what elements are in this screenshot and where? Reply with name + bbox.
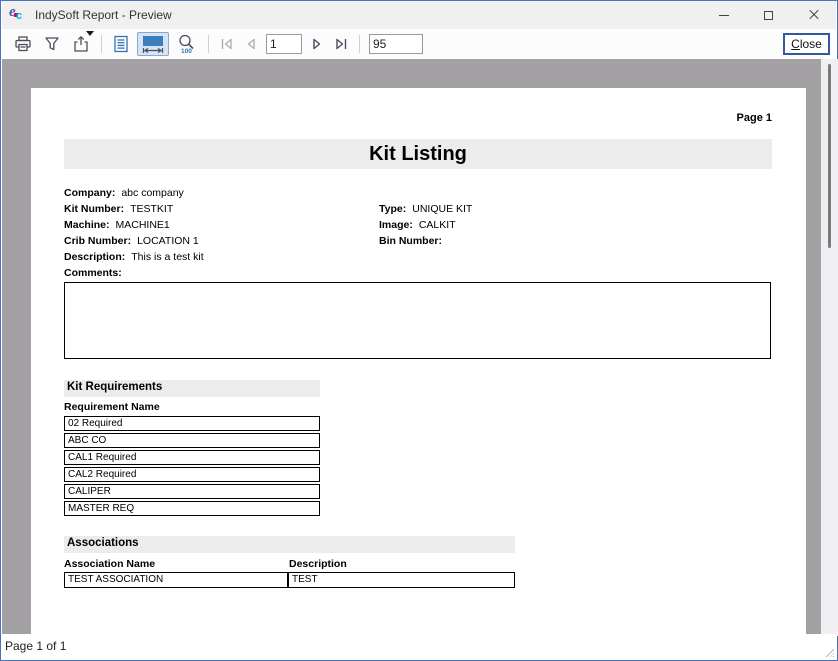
export-button[interactable] [68, 32, 94, 56]
comments-box [64, 282, 771, 359]
first-page-icon [219, 36, 234, 52]
last-page-icon [334, 36, 349, 52]
zoom-percent-input[interactable] [369, 34, 423, 54]
export-icon [71, 34, 91, 54]
filter-button[interactable] [40, 32, 64, 56]
field-comments-label: Comments: [64, 267, 128, 279]
field-type: Type:UNIQUE KIT [379, 203, 472, 215]
first-page-button[interactable] [216, 32, 237, 56]
app-logo-icon: ec [9, 7, 27, 23]
toolbar-separator [101, 35, 102, 53]
export-dropdown-caret-icon [86, 31, 94, 36]
minimize-icon [719, 15, 729, 16]
whole-page-view-button[interactable] [109, 32, 133, 56]
zoom-100-button[interactable]: 100 [173, 32, 201, 56]
printer-icon [13, 34, 33, 54]
maximize-icon [764, 11, 773, 20]
association-description-cell: TEST [288, 572, 515, 588]
window-title: IndySoft Report - Preview [35, 8, 172, 22]
next-page-icon [311, 36, 324, 52]
status-bar: Page 1 of 1 [2, 634, 836, 659]
field-description: Description:This is a test kit [64, 251, 204, 263]
kit-requirements-section-title: Kit Requirements [64, 380, 320, 397]
report-page: Page 1 Kit Listing Company:abc company K… [31, 88, 806, 636]
svg-text:100: 100 [181, 48, 192, 55]
toolbar-separator [208, 35, 209, 53]
close-button[interactable]: Close [783, 33, 830, 55]
requirement-name-header: Requirement Name [64, 401, 160, 413]
field-kit-number: Kit Number:TESTKIT [64, 203, 173, 215]
maximize-button[interactable] [746, 1, 791, 29]
field-crib-number: Crib Number:LOCATION 1 [64, 235, 199, 247]
previous-page-icon [244, 36, 257, 52]
report-title: Kit Listing [64, 139, 772, 169]
requirement-row: CALIPER [64, 484, 320, 499]
requirement-row: CAL1 Required [64, 450, 320, 465]
association-name-cell: TEST ASSOCIATION [64, 572, 288, 588]
page-view-icon [112, 34, 130, 54]
fit-width-icon [140, 33, 166, 55]
minimize-button[interactable] [701, 1, 746, 29]
field-image: Image:CALKIT [379, 219, 456, 231]
page-number-label: Page 1 [737, 112, 772, 124]
next-page-button[interactable] [308, 32, 327, 56]
requirement-row: 02 Required [64, 416, 320, 431]
title-bar: ec IndySoft Report - Preview [2, 1, 836, 29]
association-name-header: Association Name [64, 558, 155, 570]
page-count-status: Page 1 of 1 [5, 639, 66, 653]
field-bin-number: Bin Number: [379, 235, 448, 247]
funnel-icon [43, 34, 61, 54]
fit-width-button[interactable] [137, 32, 169, 56]
requirement-row: MASTER REQ [64, 501, 320, 516]
report-preview-window: ec IndySoft Report - Preview [0, 0, 838, 661]
field-machine: Machine:MACHINE1 [64, 219, 170, 231]
requirement-row: CAL2 Required [64, 467, 320, 482]
associations-section-title: Associations [64, 536, 515, 553]
close-icon [809, 10, 819, 20]
page-number-input[interactable] [266, 34, 302, 54]
window-close-button[interactable] [791, 1, 836, 29]
resize-grip[interactable] [826, 649, 834, 657]
print-button[interactable] [10, 32, 36, 56]
association-description-header: Description [289, 558, 347, 570]
preview-area: Page 1 Kit Listing Company:abc company K… [2, 59, 838, 636]
zoom-100-icon: 100 [176, 33, 198, 55]
field-company: Company:abc company [64, 187, 184, 199]
previous-page-button[interactable] [241, 32, 260, 56]
vertical-scrollbar[interactable] [821, 59, 838, 636]
scrollbar-thumb[interactable] [828, 64, 831, 248]
toolbar: 100 Close [2, 29, 836, 59]
last-page-button[interactable] [331, 32, 352, 56]
toolbar-separator [359, 35, 360, 53]
requirement-row: ABC CO [64, 433, 320, 448]
